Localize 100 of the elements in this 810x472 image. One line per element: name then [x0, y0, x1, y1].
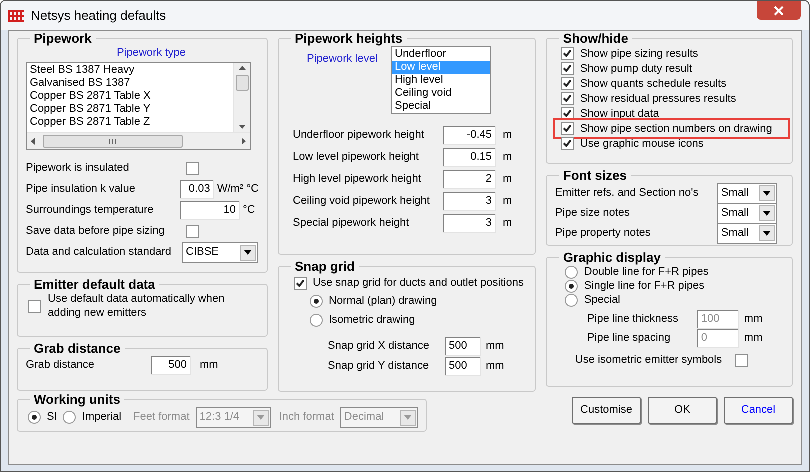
number-field[interactable]: 10: [180, 201, 240, 220]
list-item[interactable]: Ceiling void: [392, 87, 490, 100]
list-label: Pipework type: [116, 46, 188, 60]
checkbox[interactable]: [561, 137, 574, 150]
horizontal-scrollbar[interactable]: [27, 132, 250, 149]
checkbox-label: Show input data: [580, 106, 660, 120]
field-label: Save data before pipe sizing: [26, 224, 166, 240]
checkbox[interactable]: [186, 225, 199, 238]
field-label: High level pipework height: [293, 172, 422, 187]
field-label: Pipe insulation k value: [26, 182, 136, 198]
unit-label: mm: [200, 358, 218, 374]
dialog-button[interactable]: OK: [648, 397, 717, 424]
scroll-thumb[interactable]: [43, 134, 183, 148]
unit-label: mm: [486, 338, 504, 354]
pipework-type-list[interactable]: Steel BS 1387 Heavy Galvanised BS 1387 Copper BS 2871 Table X Copper BS 2871 Table Y Copper BS 2871 Table Z: [26, 62, 251, 150]
scroll-thumb[interactable]: [236, 74, 248, 90]
radio-label: Double line for F+R pipes: [584, 265, 709, 280]
field-label: Pipework is insulated: [26, 161, 130, 176]
window-title: Netsys heating defaults: [31, 6, 166, 25]
radio-button[interactable]: [63, 411, 76, 424]
radiator-icon: [7, 8, 25, 22]
radio-label: Special: [584, 292, 620, 308]
checkbox-label: Show pump duty result: [580, 62, 692, 76]
radio-button[interactable]: [28, 411, 41, 424]
radio-button[interactable]: [565, 266, 578, 278]
close-button[interactable]: [757, 1, 801, 20]
radio-button[interactable]: [565, 280, 578, 292]
list-item[interactable]: High level: [392, 74, 490, 87]
field-label: Pipe line spacing: [587, 331, 672, 346]
checkbox-label: Show pipe sizing results: [580, 46, 698, 60]
dropdown[interactable]: Small: [717, 182, 778, 204]
unit-label: mm: [486, 358, 504, 374]
radio-label: Imperial: [82, 410, 122, 426]
dropdown[interactable]: CIBSE: [182, 242, 258, 263]
checkbox[interactable]: [28, 300, 41, 312]
scroll-left-icon[interactable]: [31, 138, 35, 144]
list-label: Pipework level: [307, 52, 379, 67]
checkbox[interactable]: [561, 62, 574, 75]
unit-label: m: [503, 172, 512, 187]
group-title: Pipework: [33, 31, 93, 46]
checkbox[interactable]: [561, 122, 574, 135]
dropdown[interactable]: Small: [717, 202, 778, 224]
unit-label: mm: [744, 331, 763, 346]
number-field[interactable]: -0.45: [443, 126, 496, 144]
unit-label: mm: [744, 312, 763, 328]
dropdown[interactable]: Small: [717, 222, 778, 244]
checkbox[interactable]: [735, 354, 748, 366]
field-label: Data and calculation standard: [26, 245, 173, 260]
group-title: Graphic display: [562, 250, 662, 265]
checkbox-label: Use graphic mouse icons: [580, 136, 704, 150]
field-label: Feet format: [134, 410, 190, 426]
dialog-button[interactable]: Customise: [572, 397, 641, 424]
list-item[interactable]: Galvanised BS 1387: [30, 77, 233, 90]
unit-label: W/m² °C: [217, 182, 259, 198]
scroll-right-icon[interactable]: [242, 138, 246, 144]
checkbox[interactable]: [561, 77, 574, 90]
field-label: Pipe size notes: [555, 206, 632, 221]
group-title: Font sizes: [562, 168, 628, 183]
vertical-scrollbar[interactable]: [233, 63, 250, 132]
field-label: Special pipework height: [293, 216, 410, 231]
list-item[interactable]: Copper BS 2871 Table X: [30, 90, 233, 103]
list-item[interactable]: Copper BS 2871 Table Z: [30, 116, 233, 129]
list-item[interactable]: Special: [392, 100, 490, 113]
close-icon: [774, 6, 784, 16]
list-item[interactable]: Underfloor: [392, 48, 490, 61]
radio-label: Isometric drawing: [329, 313, 416, 328]
number-field[interactable]: 3: [443, 214, 496, 232]
checkbox[interactable]: [561, 92, 574, 105]
field-label: Pipe line thickness: [587, 312, 680, 328]
unit-label: m: [503, 194, 512, 209]
number-field[interactable]: 0.03: [180, 180, 214, 199]
number-field[interactable]: 500: [445, 356, 481, 376]
scroll-down-icon[interactable]: [238, 125, 246, 129]
dialog-button[interactable]: Cancel: [724, 397, 793, 424]
unit-label: m: [503, 150, 512, 165]
group-title: Grab distance: [33, 341, 122, 356]
grip-icon: [109, 138, 117, 144]
checkbox[interactable]: [561, 47, 574, 60]
field-label: Grab distance: [26, 358, 96, 374]
group-title: Pipework heights: [294, 31, 404, 46]
checkbox-label: Show quants schedule results: [580, 76, 727, 90]
checkbox[interactable]: [186, 162, 199, 175]
unit-label: °C: [243, 203, 256, 218]
unit-label: m: [503, 216, 512, 231]
radio-label: SI: [47, 410, 58, 426]
number-field[interactable]: 500: [151, 356, 191, 375]
checkbox[interactable]: [294, 276, 307, 290]
number-field[interactable]: 0.15: [443, 148, 496, 166]
number-field[interactable]: 500: [445, 336, 481, 356]
number-field[interactable]: 3: [443, 192, 496, 210]
field-label: Emitter refs. and Section no's: [555, 186, 700, 201]
radio-button[interactable]: [310, 295, 323, 308]
number-field[interactable]: 2: [443, 170, 496, 188]
field-label: Surroundings temperature: [26, 203, 155, 218]
radio-button[interactable]: [565, 294, 578, 306]
pipework-level-list[interactable]: Underfloor Low level High level Ceiling void Special: [391, 46, 491, 114]
list-item[interactable]: Copper BS 2871 Table Y: [30, 103, 233, 116]
radio-button[interactable]: [310, 314, 323, 327]
scroll-up-icon[interactable]: [238, 66, 246, 70]
list-item[interactable]: Steel BS 1387 Heavy: [30, 64, 233, 77]
